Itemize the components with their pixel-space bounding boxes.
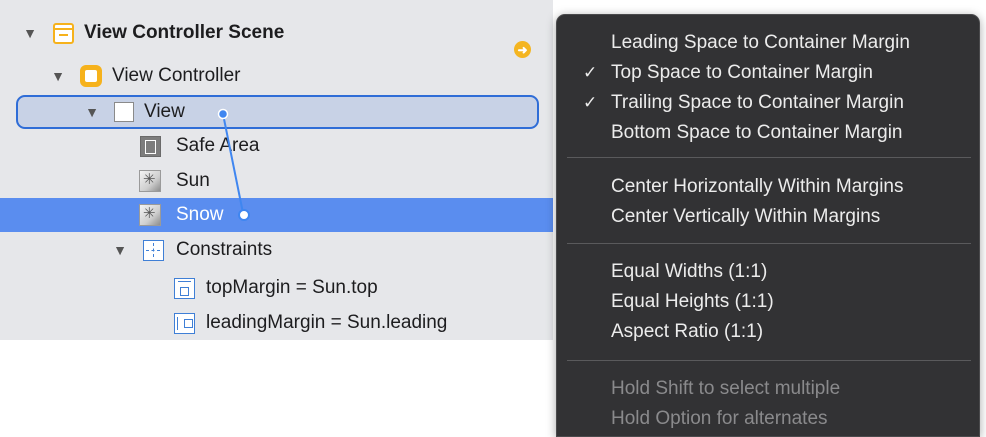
menu-item-bottom-space[interactable]: Bottom Space to Container Margin bbox=[557, 118, 981, 147]
menu-hint-option: Hold Option for alternates bbox=[557, 404, 981, 433]
outline-row-constraint[interactable]: leadingMargin = Sun.leading bbox=[0, 306, 553, 340]
document-outline: ▼ View Controller Scene ➜ ▼ View Control… bbox=[0, 0, 553, 340]
outline-row-sun[interactable]: Sun bbox=[0, 164, 553, 198]
menu-hint-label: Hold Shift to select multiple bbox=[611, 377, 841, 399]
menu-item-label: Bottom Space to Container Margin bbox=[611, 121, 903, 143]
checkmark-icon: ✓ bbox=[583, 62, 598, 82]
outline-row-view-controller[interactable]: ▼ View Controller bbox=[0, 59, 553, 93]
constraints-icon bbox=[142, 239, 164, 261]
top-constraint-icon bbox=[173, 277, 195, 299]
snow-label: Snow bbox=[176, 204, 224, 225]
menu-item-label: Center Vertically Within Margins bbox=[611, 205, 881, 227]
outline-row-safe-area[interactable]: Safe Area bbox=[0, 129, 553, 163]
menu-item-label: Center Horizontally Within Margins bbox=[611, 175, 904, 197]
outline-row-view[interactable]: ▼ View bbox=[0, 95, 553, 129]
constraint-label: topMargin = Sun.top bbox=[206, 277, 378, 298]
menu-item-label: Equal Heights (1:1) bbox=[611, 290, 774, 312]
menu-item-label: Trailing Space to Container Margin bbox=[611, 91, 904, 113]
scene-icon bbox=[52, 22, 74, 44]
view-label: View bbox=[144, 101, 185, 122]
menu-item-center-vertically[interactable]: Center Vertically Within Margins bbox=[557, 202, 981, 231]
go-arrow-icon[interactable]: ➜ bbox=[514, 41, 531, 58]
disclosure-triangle-icon[interactable]: ▼ bbox=[84, 104, 100, 120]
constraints-label: Constraints bbox=[176, 239, 273, 260]
scene-label: View Controller Scene bbox=[84, 22, 285, 43]
menu-item-label: Equal Widths (1:1) bbox=[611, 260, 768, 282]
constraint-label: leadingMargin = Sun.leading bbox=[206, 312, 448, 333]
outline-row-constraint[interactable]: topMargin = Sun.top bbox=[0, 271, 553, 305]
outline-row-scene[interactable]: ▼ View Controller Scene ➜ bbox=[0, 16, 553, 58]
menu-item-label: Aspect Ratio (1:1) bbox=[611, 320, 764, 342]
leading-constraint-icon bbox=[173, 312, 195, 334]
menu-item-aspect-ratio[interactable]: Aspect Ratio (1:1) bbox=[557, 317, 981, 346]
menu-hint-shift: Hold Shift to select multiple bbox=[557, 374, 981, 403]
menu-item-equal-heights[interactable]: Equal Heights (1:1) bbox=[557, 287, 981, 316]
image-view-icon bbox=[139, 204, 161, 226]
menu-separator bbox=[567, 360, 971, 361]
outline-row-constraints[interactable]: ▼ Constraints bbox=[0, 233, 553, 267]
outline-row-snow[interactable]: Snow bbox=[0, 198, 553, 232]
menu-item-center-horizontally[interactable]: Center Horizontally Within Margins bbox=[557, 172, 981, 201]
disclosure-triangle-icon[interactable]: ▼ bbox=[112, 242, 128, 258]
view-controller-icon bbox=[80, 65, 102, 87]
menu-item-equal-widths[interactable]: Equal Widths (1:1) bbox=[557, 257, 981, 286]
menu-item-top-space[interactable]: ✓ Top Space to Container Margin bbox=[557, 58, 981, 87]
menu-item-label: Leading Space to Container Margin bbox=[611, 31, 910, 53]
safe-area-icon bbox=[139, 135, 161, 157]
checkmark-icon: ✓ bbox=[583, 92, 598, 112]
disclosure-triangle-icon[interactable]: ▼ bbox=[50, 68, 66, 84]
image-view-icon bbox=[139, 170, 161, 192]
safe-area-label: Safe Area bbox=[176, 135, 260, 156]
menu-item-leading-space[interactable]: Leading Space to Container Margin bbox=[557, 28, 981, 57]
menu-hint-label: Hold Option for alternates bbox=[611, 407, 828, 429]
view-icon bbox=[113, 101, 135, 123]
disclosure-triangle-icon[interactable]: ▼ bbox=[22, 25, 38, 41]
menu-separator bbox=[567, 243, 971, 244]
sun-label: Sun bbox=[176, 170, 210, 191]
menu-separator bbox=[567, 157, 971, 158]
view-controller-label: View Controller bbox=[112, 65, 241, 86]
menu-item-trailing-space[interactable]: ✓ Trailing Space to Container Margin bbox=[557, 88, 981, 117]
menu-item-label: Top Space to Container Margin bbox=[611, 61, 873, 83]
constraint-context-menu: Leading Space to Container Margin ✓ Top … bbox=[556, 14, 980, 437]
